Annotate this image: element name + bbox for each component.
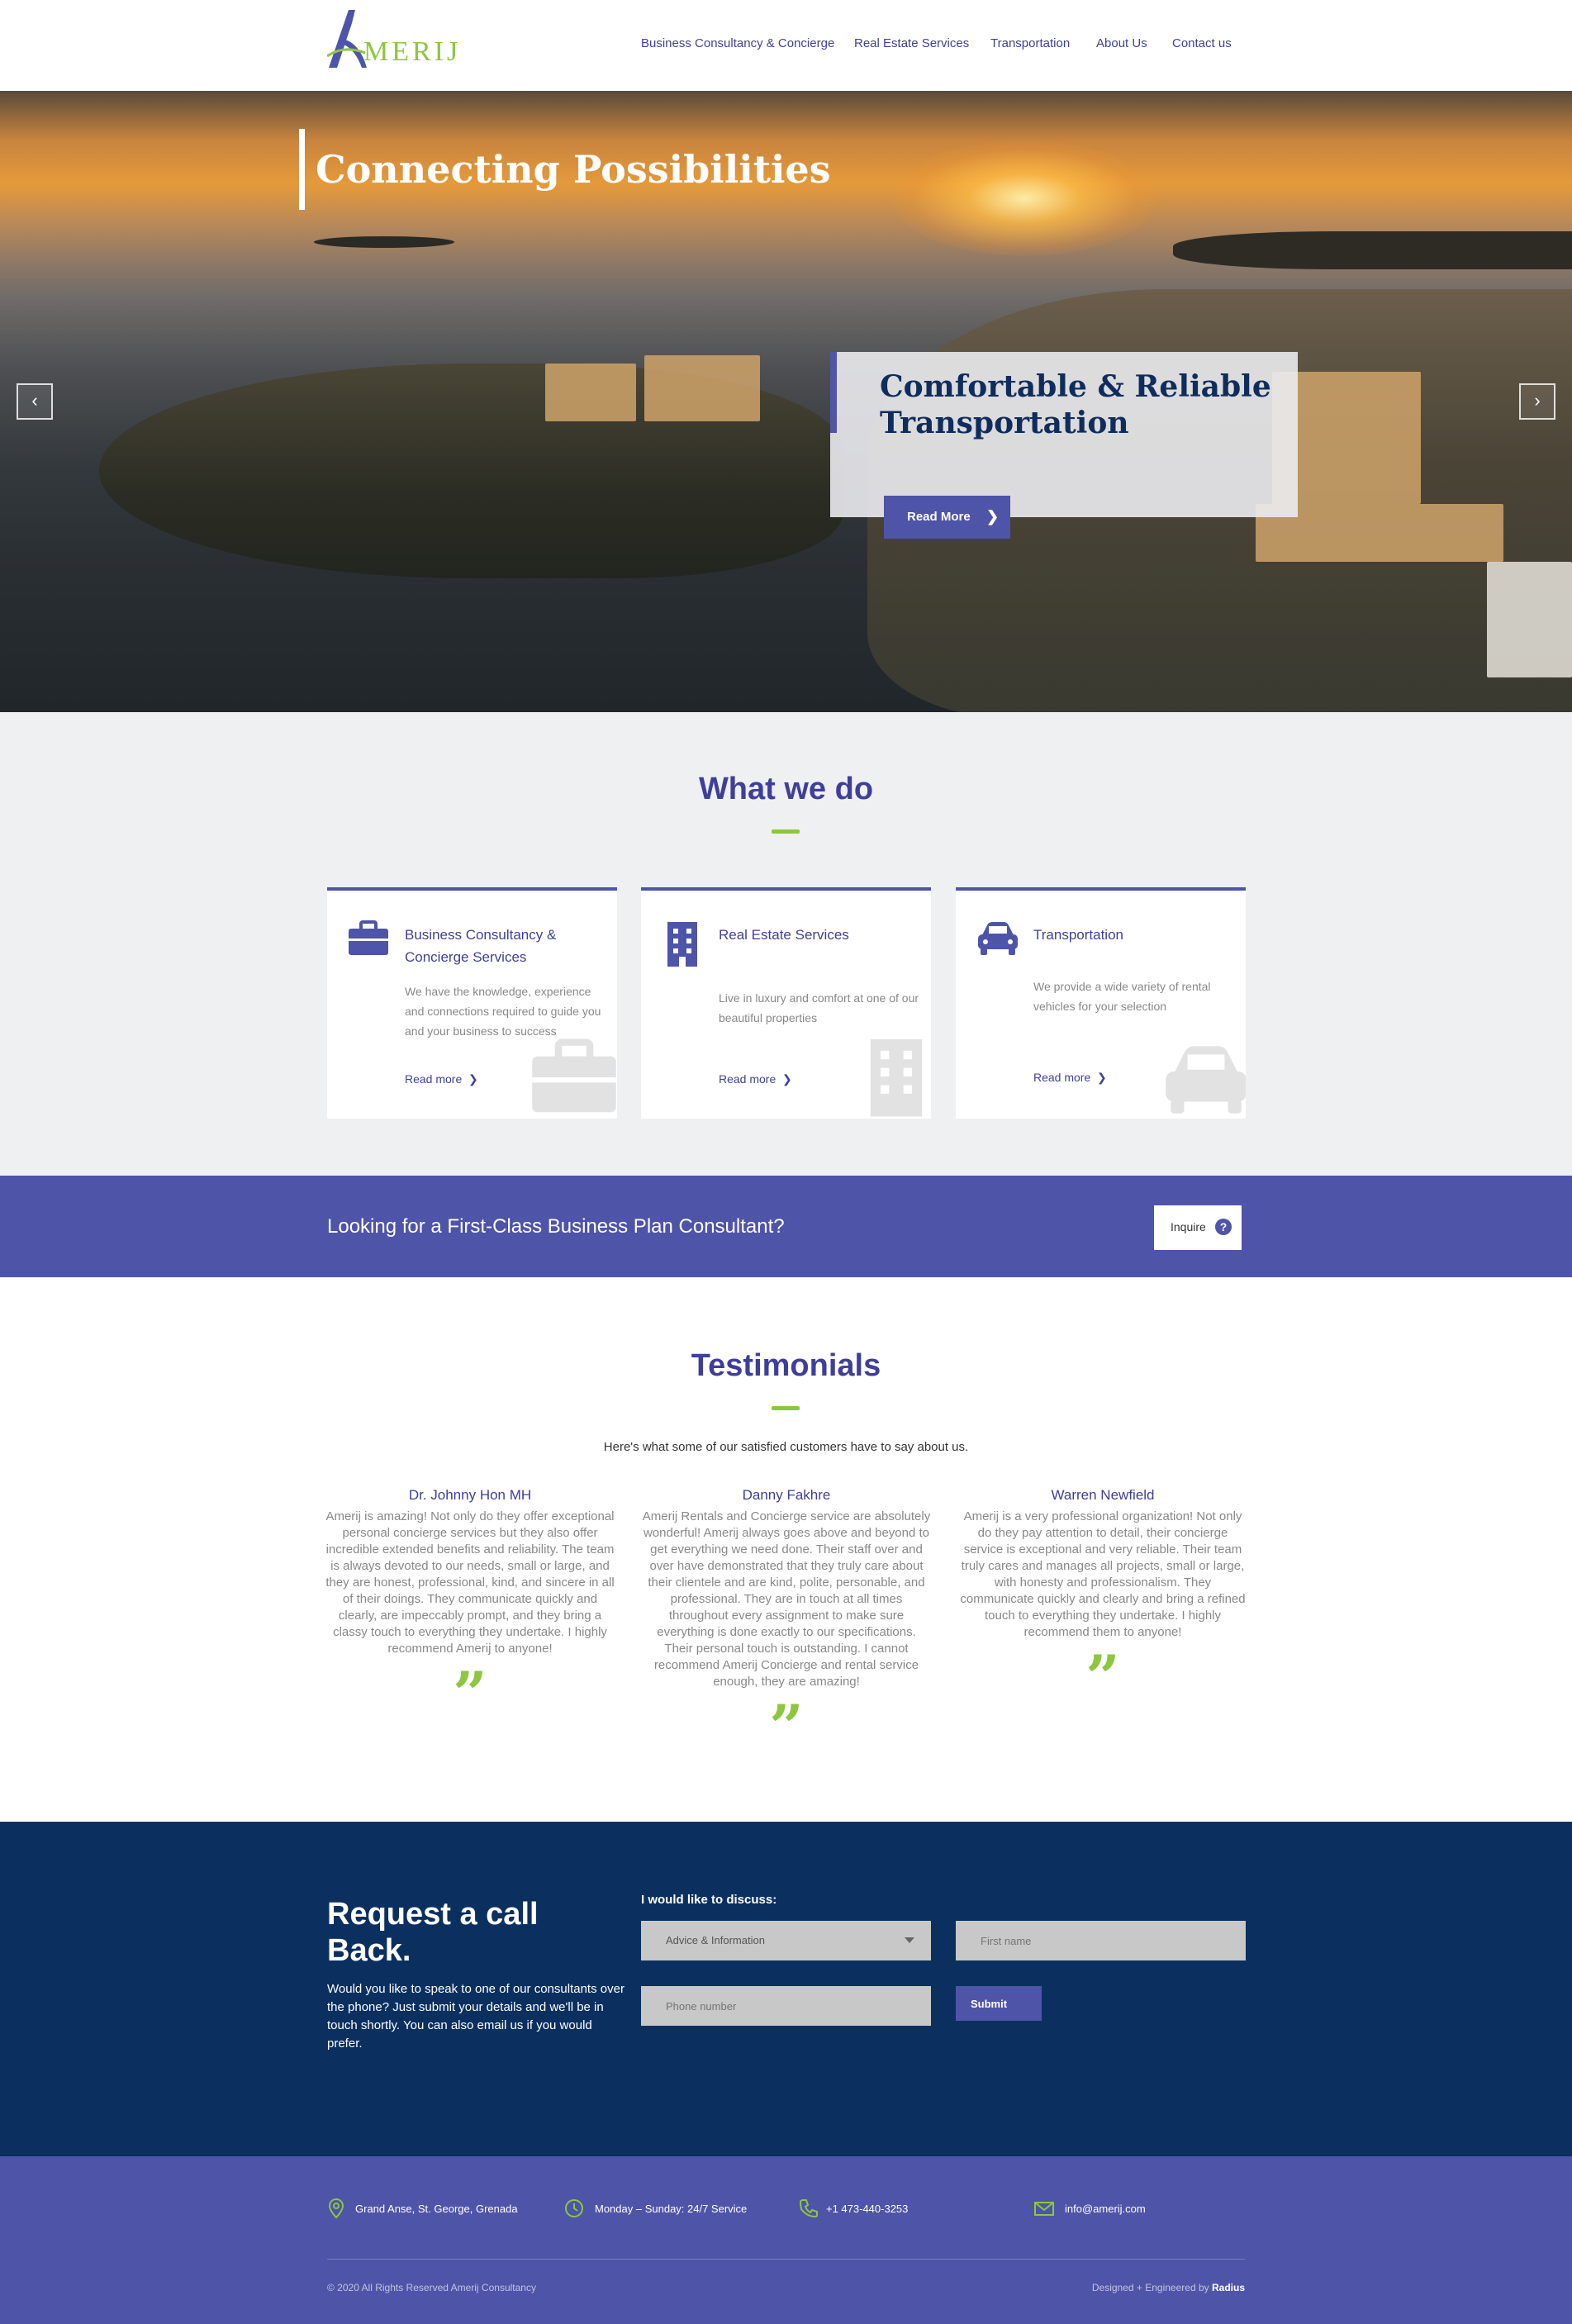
briefcase-watermark-icon	[532, 1038, 616, 1113]
inquire-label: Inquire	[1171, 1220, 1206, 1233]
card-title: Business Consultancy & Concierge Service…	[405, 927, 557, 965]
discuss-select[interactable]: Advice & Information	[641, 1921, 931, 1960]
footer-credit-link[interactable]: Radius	[1212, 2282, 1245, 2293]
card-read-more-label: Read more	[1033, 1071, 1091, 1084]
discuss-label: I would like to discuss:	[641, 1893, 777, 1907]
envelope-icon	[1034, 2202, 1054, 2216]
hero-building	[545, 364, 636, 421]
card-description: We provide a wide variety of rental vehi…	[1033, 980, 1211, 1013]
footer-email-text: info@amerij.com	[1065, 2203, 1146, 2215]
slider-prev-button[interactable]: ‹	[17, 383, 53, 420]
building-watermark-icon	[870, 1039, 923, 1117]
phone-number-input[interactable]	[641, 1986, 931, 2026]
chevron-right-icon: ❯	[468, 1072, 478, 1086]
card-description: We have the knowledge, experience and co…	[405, 985, 601, 1038]
request-callback-section: Request a call Back. Would you like to s…	[0, 1822, 1572, 2156]
testimonial-quote: Amerij is amazing! Not only do they offe…	[325, 1509, 615, 1656]
testimonial-name: Danny Fakhre	[742, 1487, 831, 1503]
briefcase-icon	[349, 920, 388, 955]
card-title: Real Estate Services	[719, 927, 849, 943]
quote-mark-icon: ”	[769, 1691, 804, 1761]
slider-next-button[interactable]: ›	[1519, 383, 1555, 420]
hero-title-bar	[299, 129, 305, 210]
hero-read-more-button[interactable]: Read More ❯	[884, 496, 1010, 539]
card-read-more-link[interactable]: Read more ❯	[719, 1072, 792, 1086]
phone-icon	[799, 2199, 818, 2218]
footer-phone-text: +1 473-440-3253	[826, 2203, 909, 2215]
footer-credit-prefix: Designed + Engineered by	[1091, 2282, 1209, 2293]
testimonial-item: Danny Fakhre Amerij Rentals and Concierg…	[642, 1487, 931, 1761]
car-watermark-icon	[1166, 1046, 1246, 1114]
car-icon	[978, 922, 1018, 955]
chevron-right-icon: ❯	[1097, 1071, 1107, 1084]
testimonials-subtitle: Here's what some of our satisfied custom…	[603, 1440, 969, 1454]
first-name-input[interactable]	[956, 1921, 1246, 1960]
site-header: MERIJ Business Consultancy & Concierge R…	[0, 0, 1572, 91]
nav-about-us[interactable]: About Us	[1096, 36, 1147, 50]
callback-description: Would you like to speak to one of our co…	[327, 1982, 625, 2051]
title-underline	[772, 1406, 800, 1410]
slide-caption-box: Comfortable & Reliable Transportation	[830, 352, 1298, 517]
card-read-more-link[interactable]: Read more ❯	[405, 1072, 478, 1086]
card-title: Transportation	[1033, 927, 1123, 943]
callback-title: Request a call Back.	[327, 1897, 539, 1968]
chevron-left-icon: ‹	[31, 390, 38, 411]
hero-sun	[892, 140, 1156, 256]
hero-building	[1487, 562, 1572, 677]
card-read-more-link[interactable]: Read more ❯	[1033, 1071, 1107, 1085]
testimonials-title: Testimonials	[691, 1348, 881, 1383]
testimonial-name: Warren Newfield	[1051, 1487, 1155, 1503]
testimonials-section: Testimonials Here's what some of our sat…	[0, 1277, 1572, 1822]
main-nav: Business Consultancy & Concierge Real Es…	[0, 36, 1572, 56]
cta-text: Looking for a First-Class Business Plan …	[327, 1215, 785, 1238]
service-card-transportation: Transportation We provide a wide variety…	[956, 887, 1246, 1119]
card-read-more-label: Read more	[405, 1072, 463, 1086]
quote-mark-icon: ”	[1085, 1642, 1120, 1712]
nav-transportation[interactable]: Transportation	[990, 36, 1070, 50]
testimonial-item: Warren Newfield Amerij is a very profess…	[958, 1487, 1247, 1712]
caret-down-icon	[905, 1937, 914, 1943]
map-pin-icon	[328, 2198, 344, 2219]
service-card-business: Business Consultancy & Concierge Service…	[327, 887, 617, 1119]
footer-divider	[327, 2259, 1245, 2260]
testimonial-quote: Amerij is a very professional organizati…	[960, 1509, 1246, 1639]
chevron-right-icon: ❯	[986, 508, 1000, 525]
slide-caption-accent	[830, 352, 837, 433]
building-icon	[667, 922, 697, 967]
card-read-more-label: Read more	[719, 1072, 777, 1086]
chevron-right-icon: ❯	[782, 1072, 792, 1086]
testimonial-name: Dr. Johnny Hon MH	[408, 1487, 532, 1503]
inquire-button[interactable]: Inquire ?	[1154, 1205, 1242, 1250]
card-description: Live in luxury and comfort at one of our…	[719, 991, 919, 1024]
testimonial-quote: Amerij Rentals and Concierge service are…	[642, 1509, 931, 1689]
footer-address-text: Grand Anse, St. George, Grenada	[355, 2203, 518, 2215]
hero-far-shore	[1173, 231, 1572, 269]
nav-business-consultancy[interactable]: Business Consultancy & Concierge	[641, 36, 834, 50]
hero-title: Connecting Possibilities	[316, 147, 831, 192]
what-we-do-section: What we do Business Consultancy & Concie…	[0, 712, 1572, 1176]
clock-icon	[565, 2199, 583, 2217]
question-circle-icon: ?	[1215, 1219, 1232, 1235]
chevron-right-icon: ›	[1534, 390, 1541, 411]
title-underline	[772, 829, 800, 834]
footer-hours-text: Monday – Sunday: 24/7 Service	[595, 2203, 748, 2215]
hero-island	[314, 236, 454, 248]
footer-copyright: © 2020 All Rights Reserved Amerij Consul…	[327, 2282, 536, 2293]
hero-read-more-label: Read More	[907, 510, 971, 524]
submit-button[interactable]: Submit	[956, 1986, 1042, 2021]
nav-contact-us[interactable]: Contact us	[1172, 36, 1232, 50]
service-card-real-estate: Real Estate Services Live in luxury and …	[641, 887, 931, 1119]
discuss-select-value: Advice & Information	[666, 1934, 765, 1946]
nav-real-estate[interactable]: Real Estate Services	[854, 36, 969, 50]
site-footer: Grand Anse, St. George, Grenada Monday –…	[0, 2156, 1572, 2324]
testimonial-item: Dr. Johnny Hon MH Amerij is amazing! Not…	[325, 1487, 615, 1728]
hero-building	[644, 355, 760, 421]
quote-mark-icon: ”	[453, 1658, 487, 1728]
what-we-do-title: What we do	[698, 772, 874, 806]
footer-credit: Designed + Engineered by Radius	[1092, 2282, 1245, 2293]
consultant-cta-band: Looking for a First-Class Business Plan …	[0, 1176, 1572, 1277]
slide-title: Comfortable & Reliable Transportation	[880, 369, 1271, 440]
hero-slider: Connecting Possibilities Comfortable & R…	[0, 91, 1572, 712]
